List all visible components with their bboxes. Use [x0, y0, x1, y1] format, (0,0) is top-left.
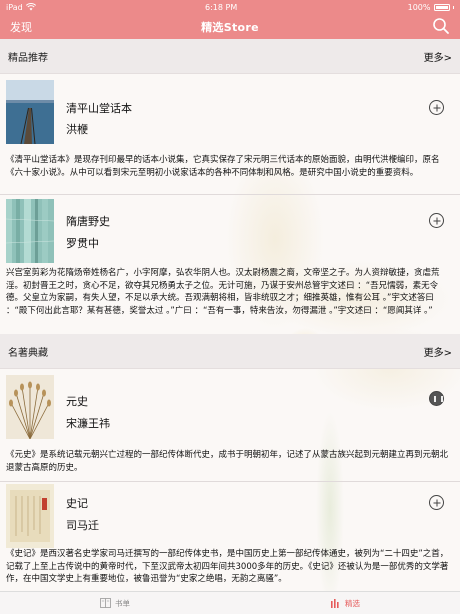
- tab-featured[interactable]: 精选: [230, 592, 460, 614]
- add-icon[interactable]: [429, 100, 444, 115]
- status-time: 6:18 PM: [205, 2, 238, 12]
- book-item[interactable]: 清平山堂话本 洪楩 《清平山堂话本》是现存刊印最早的话本小说集，它真实保存了宋元…: [0, 74, 460, 194]
- book-cover[interactable]: [6, 80, 54, 144]
- book-cover[interactable]: [6, 484, 54, 548]
- battery-icon: [433, 3, 450, 11]
- book-list-icon: [100, 598, 111, 608]
- tab-label: 书单: [115, 598, 130, 608]
- wifi-icon: [25, 3, 36, 11]
- book-item[interactable]: 隋唐野史 罗贯中 兴宫室剪彩为花隋炀帝姓杨名广，小字阿摩，弘农华阴人也。汉太尉杨…: [0, 195, 460, 333]
- battery-percent: 100%: [407, 2, 431, 12]
- book-item[interactable]: 史记 司马迁 《史记》是西汉著名史学家司马迁撰写的一部纪传体史书，是中国历史上第…: [0, 482, 460, 591]
- book-cover[interactable]: [6, 199, 54, 263]
- book-title[interactable]: 元史: [66, 393, 88, 409]
- page-title: 精选Store: [201, 20, 259, 34]
- store-content[interactable]: 精品推荐 更多> 清平山堂话本 洪楩 《清平山堂话本》是现存刊印最早的话本小说集…: [0, 39, 460, 591]
- book-description: 《元史》是系统记载元朝兴亡过程的一部纪传体断代史，成书于明朝初年，记述了从蒙古族…: [6, 450, 449, 473]
- book-item[interactable]: 元史 宋濂王祎 《元史》是系统记载元朝兴亡过程的一部纪传体断代史，成书于明朝初年…: [0, 369, 460, 479]
- add-icon[interactable]: [429, 495, 444, 510]
- device-label: iPad: [6, 2, 23, 12]
- book-title[interactable]: 清平山堂话本: [66, 100, 132, 116]
- status-right: 100%: [408, 3, 454, 12]
- section-header-recommended: 精品推荐 更多>: [0, 39, 460, 74]
- book-title[interactable]: 史记: [66, 495, 88, 511]
- nav-bar: 发现 精选Store: [0, 14, 460, 39]
- section-title: 精品推荐: [8, 52, 48, 64]
- book-title[interactable]: 隋唐野史: [66, 213, 110, 229]
- book-description: 兴宫室剪彩为花隋炀帝姓杨名广，小字阿摩，弘农华阴人也。汉太尉杨震之裔，文帝坚之子…: [6, 268, 440, 316]
- pause-icon[interactable]: [429, 391, 444, 406]
- tab-bar: 书单 精选: [0, 591, 460, 614]
- more-link[interactable]: 更多>: [424, 344, 452, 359]
- book-author: 司马迁: [66, 519, 99, 532]
- tab-book-list[interactable]: 书单: [0, 592, 230, 614]
- book-author: 宋濂王祎: [66, 417, 110, 430]
- section-header-classics: 名著典藏 更多>: [0, 334, 460, 369]
- book-description: 《史记》是西汉著名史学家司马迁撰写的一部纪传体史书，是中国历史上第一部纪传体通史…: [6, 549, 449, 584]
- battery-nub: [452, 5, 454, 9]
- status-bar: iPad 6:18 PM 100%: [0, 0, 460, 14]
- discover-button[interactable]: 发现: [10, 19, 32, 35]
- book-cover[interactable]: [6, 375, 54, 439]
- book-author: 洪楩: [66, 123, 88, 136]
- search-icon[interactable]: [432, 17, 450, 35]
- tab-label: 精选: [345, 598, 360, 608]
- status-left: iPad: [6, 3, 36, 12]
- section-title: 名著典藏: [8, 347, 48, 359]
- featured-icon: [331, 599, 339, 608]
- book-description: 《清平山堂话本》是现存刊印最早的话本小说集，它真实保存了宋元明三代话本的原始面貌…: [6, 155, 440, 178]
- add-icon[interactable]: [429, 213, 444, 228]
- book-author: 罗贯中: [66, 237, 99, 250]
- more-link[interactable]: 更多>: [424, 49, 452, 64]
